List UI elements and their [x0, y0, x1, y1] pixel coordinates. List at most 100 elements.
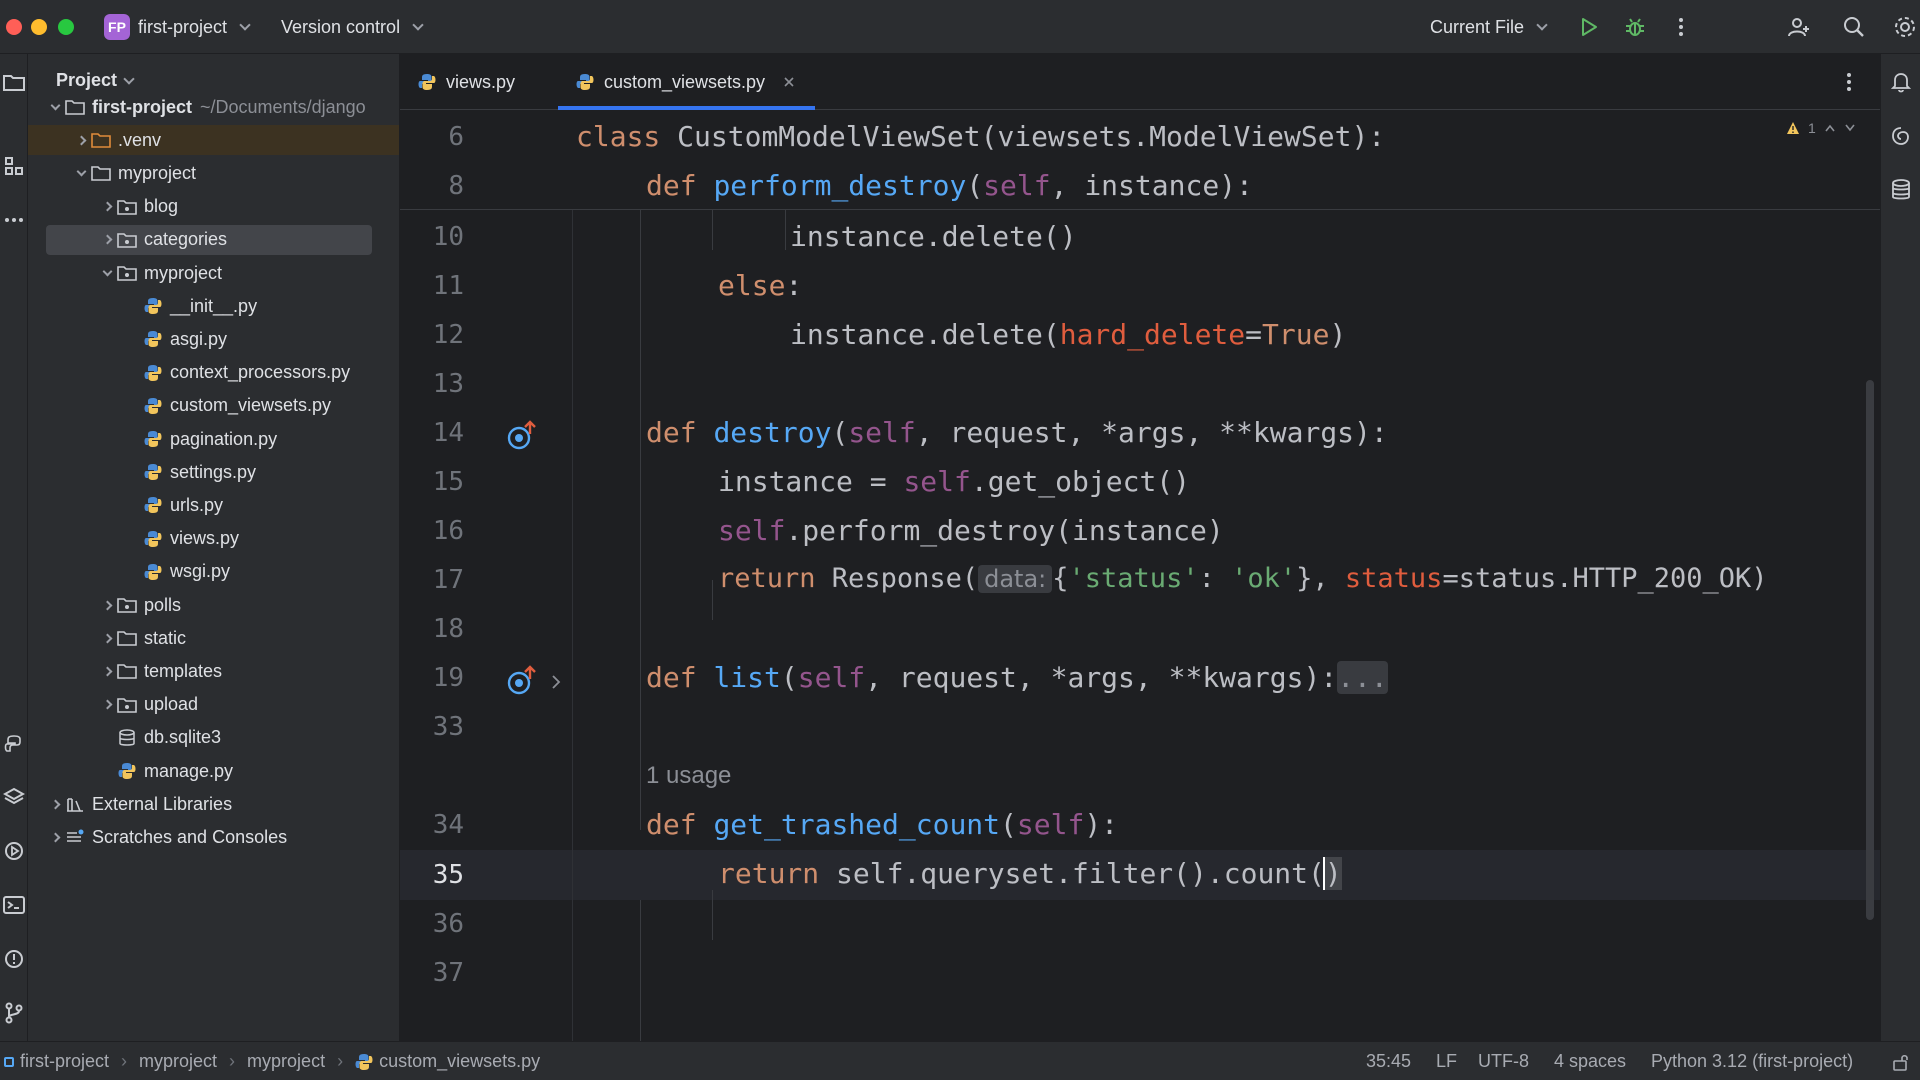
tree-item[interactable]: upload: [28, 690, 399, 720]
breadcrumb-item[interactable]: myproject: [139, 1051, 217, 1072]
tree-item[interactable]: first-project ~/Documents/django: [28, 92, 399, 122]
tree-item[interactable]: __init__.py: [28, 291, 399, 321]
package-folder-icon: [116, 197, 138, 217]
breadcrumb-item[interactable]: custom_viewsets.py: [379, 1051, 540, 1072]
settings-icon[interactable]: [1890, 12, 1920, 42]
indent-guide: [640, 900, 641, 1041]
vertical-scrollbar[interactable]: [1866, 380, 1874, 920]
tree-item[interactable]: .venv: [28, 125, 399, 156]
tab-custom-viewsets-py[interactable]: custom_viewsets.py: [576, 54, 795, 110]
ai-assistant-icon[interactable]: [1887, 122, 1915, 150]
vcs-selector[interactable]: Version control: [281, 14, 424, 40]
tree-item-label: db.sqlite3: [144, 727, 222, 748]
line-number: 14: [432, 418, 464, 448]
tree-item[interactable]: myproject: [28, 158, 399, 188]
zoom-window-button[interactable]: [58, 19, 74, 35]
search-icon[interactable]: [1839, 12, 1869, 42]
services-icon[interactable]: [0, 837, 28, 865]
chevron-right-icon[interactable]: [98, 662, 116, 680]
tree-item[interactable]: External Libraries: [28, 789, 399, 819]
tree-item[interactable]: wsgi.py: [28, 557, 399, 587]
tree-item[interactable]: Scratches and Consoles: [28, 822, 399, 852]
chevron-right-icon[interactable]: [98, 596, 116, 614]
tab-options-icon[interactable]: [1846, 54, 1852, 110]
more-tools-icon[interactable]: [0, 206, 28, 234]
override-gutter-icon[interactable]: [506, 420, 538, 457]
chevron-right-icon[interactable]: [98, 629, 116, 647]
tree-item[interactable]: context_processors.py: [28, 358, 399, 388]
close-tab-icon[interactable]: [783, 72, 795, 93]
minimize-window-button[interactable]: [31, 19, 47, 35]
tree-item[interactable]: pagination.py: [28, 424, 399, 454]
fold-expand-icon[interactable]: [550, 674, 562, 695]
run-config-selector[interactable]: Current File: [1430, 14, 1548, 40]
chevron-right-icon[interactable]: [72, 131, 90, 149]
file-encoding[interactable]: UTF-8: [1478, 1042, 1529, 1080]
tree-item-label: static: [144, 627, 187, 648]
breadcrumb-item[interactable]: first-project: [20, 1051, 109, 1072]
database-icon[interactable]: [1887, 176, 1915, 204]
chevron-right-icon[interactable]: [98, 231, 116, 249]
breadcrumb-separator: ›: [229, 1051, 236, 1071]
project-badge[interactable]: FP: [104, 14, 130, 40]
line-number: 34: [432, 810, 464, 840]
line-separator[interactable]: LF: [1436, 1042, 1457, 1080]
problems-icon[interactable]: [0, 945, 28, 973]
git-branch-icon[interactable]: [0, 999, 28, 1027]
tree-item[interactable]: db.sqlite3: [28, 723, 399, 753]
inspection-widget[interactable]: 1: [1786, 120, 1856, 136]
terminal-icon[interactable]: [0, 891, 28, 919]
tree-item[interactable]: asgi.py: [28, 324, 399, 354]
tree-item[interactable]: views.py: [28, 524, 399, 554]
tree-item[interactable]: manage.py: [28, 756, 399, 786]
sticky-scroll-header[interactable]: 6 class CustomModelViewSet(viewsets.Mode…: [400, 110, 1880, 210]
tree-item[interactable]: urls.py: [28, 490, 399, 520]
indent-setting[interactable]: 4 spaces: [1554, 1042, 1626, 1080]
chevron-right-icon[interactable]: [98, 198, 116, 216]
package-folder-icon: [116, 595, 138, 615]
usage-hint[interactable]: 1 usage: [646, 762, 731, 790]
lock-icon[interactable]: [1892, 1042, 1910, 1080]
python-interpreter[interactable]: Python 3.12 (first-project): [1651, 1042, 1853, 1080]
chevron-right-icon[interactable]: [46, 828, 64, 846]
code-editor[interactable]: 10 instance.delete() 11 else: 12 instanc…: [400, 110, 1880, 1041]
tab-views-py[interactable]: views.py: [418, 54, 515, 110]
project-selector[interactable]: first-project: [138, 14, 251, 40]
breadcrumb-item[interactable]: myproject: [247, 1051, 325, 1072]
python-console-icon[interactable]: [0, 730, 28, 758]
chevron-right-icon[interactable]: [46, 795, 64, 813]
folded-code-placeholder[interactable]: ...: [1337, 661, 1388, 694]
tree-item[interactable]: myproject: [28, 258, 399, 288]
tree-item[interactable]: blog: [28, 192, 399, 222]
tree-item[interactable]: custom_viewsets.py: [28, 391, 399, 421]
add-user-icon[interactable]: [1784, 12, 1814, 42]
chevron-down-icon[interactable]: [98, 264, 116, 282]
tree-item[interactable]: static: [28, 623, 399, 653]
chevron-down-icon[interactable]: [72, 164, 90, 182]
layers-icon[interactable]: [0, 783, 28, 811]
chevron-right-icon[interactable]: [98, 696, 116, 714]
project-folder-icon[interactable]: [0, 68, 28, 96]
tree-item-label: manage.py: [144, 760, 234, 781]
more-icon[interactable]: [1666, 12, 1696, 42]
close-window-button[interactable]: [6, 19, 22, 35]
tree-item[interactable]: settings.py: [28, 457, 399, 487]
override-gutter-icon[interactable]: [506, 665, 538, 702]
chevron-down-icon[interactable]: [46, 98, 64, 116]
caret-position[interactable]: 35:45: [1366, 1042, 1411, 1080]
warning-count: 1: [1808, 120, 1816, 136]
project-panel-header[interactable]: Project: [56, 70, 135, 91]
run-icon[interactable]: [1574, 12, 1604, 42]
tree-item[interactable]: polls: [28, 590, 399, 620]
python-file-icon: [142, 529, 164, 549]
tree-item[interactable]: categories: [46, 224, 372, 255]
debug-icon[interactable]: [1620, 12, 1650, 42]
notifications-icon[interactable]: [1887, 68, 1915, 96]
tree-item[interactable]: templates: [28, 656, 399, 686]
structure-icon[interactable]: [0, 152, 28, 180]
